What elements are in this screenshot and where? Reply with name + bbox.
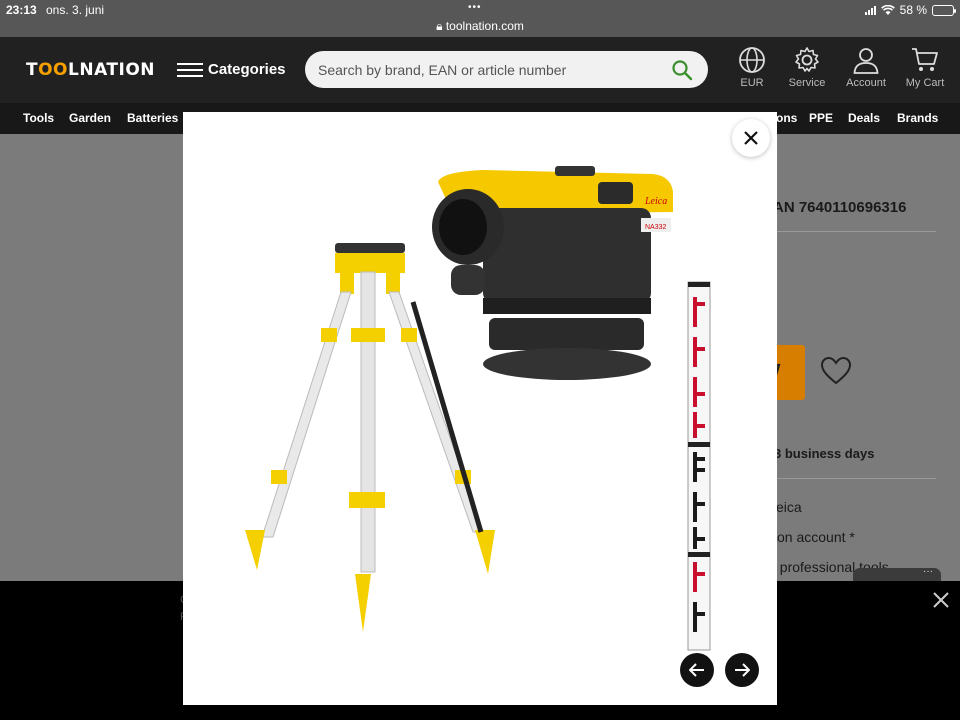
address-bar[interactable]: 🔒︎ toolnation.com xyxy=(0,19,960,34)
cart-label: My Cart xyxy=(905,77,945,89)
level-instrument-illustration: NA332 Leica xyxy=(432,166,673,380)
ean-text: AN 7640110696316 xyxy=(773,199,907,216)
next-image-button[interactable] xyxy=(725,653,759,687)
wifi-icon xyxy=(880,4,895,15)
close-icon xyxy=(744,131,758,145)
delivery-text: 3 business days xyxy=(774,446,875,461)
arrow-left-icon xyxy=(689,663,704,677)
previous-image-button[interactable] xyxy=(680,653,714,687)
categories-label: Categories xyxy=(208,61,286,78)
status-time: 23:13 xyxy=(6,3,37,17)
gear-icon xyxy=(795,47,819,72)
nav-item-deals[interactable]: Deals xyxy=(848,111,880,125)
nav-item-batteries[interactable]: Batteries xyxy=(127,111,178,125)
divider xyxy=(776,478,936,479)
toolnation-logo[interactable]: TOOLNATION xyxy=(26,60,155,80)
levelling-staff-illustration xyxy=(687,281,711,651)
user-icon xyxy=(853,48,879,74)
search-input[interactable] xyxy=(305,51,708,88)
site-header: TOOLNATION Categories EUR Service Accoun… xyxy=(0,37,960,103)
currency-button[interactable]: EUR xyxy=(722,46,782,89)
nav-item-tools[interactable]: Tools xyxy=(23,111,54,125)
categories-button[interactable]: Categories xyxy=(177,61,286,78)
image-lightbox: NA332 Leica xyxy=(183,112,777,705)
status-date: ons. 3. juni xyxy=(46,3,105,17)
account-payment-text: on account * xyxy=(777,529,855,545)
globe-icon xyxy=(739,47,765,73)
cart-button[interactable]: My Cart xyxy=(895,46,955,89)
brand-text: eica xyxy=(776,499,802,515)
cart-icon xyxy=(912,48,938,71)
search-icon[interactable] xyxy=(671,59,693,81)
cellular-signal-icon xyxy=(864,5,876,15)
service-label: Service xyxy=(788,77,826,89)
divider xyxy=(776,231,936,232)
tripod-illustration xyxy=(245,243,495,632)
nav-item-ppe[interactable]: PPE xyxy=(809,111,833,125)
wishlist-heart-icon[interactable] xyxy=(820,356,852,386)
menu-icon xyxy=(177,62,203,77)
account-button[interactable]: Account xyxy=(836,46,896,89)
currency-label: EUR xyxy=(740,77,764,89)
close-icon[interactable] xyxy=(932,591,950,609)
svg-text:Leica: Leica xyxy=(644,196,667,207)
close-lightbox-button[interactable] xyxy=(732,119,770,157)
status-right: 58 % xyxy=(864,3,956,17)
address-url: toolnation.com xyxy=(445,19,524,33)
service-button[interactable]: Service xyxy=(777,46,837,89)
battery-percent: 58 % xyxy=(899,3,927,17)
arrow-right-icon xyxy=(735,663,750,677)
battery-icon xyxy=(932,4,956,16)
nav-item-brands[interactable]: Brands xyxy=(897,111,938,125)
svg-text:NA332: NA332 xyxy=(645,224,667,231)
chat-widget[interactable]: ··· xyxy=(853,567,941,581)
nav-item-garden[interactable]: Garden xyxy=(69,111,111,125)
ios-status-bar: 23:13 ons. 3. juni ••• 🔒︎ toolnation.com… xyxy=(0,0,960,37)
lock-icon: 🔒︎ xyxy=(436,19,443,33)
product-image: NA332 Leica xyxy=(245,166,711,651)
account-label: Account xyxy=(846,77,886,89)
nav-item-partial[interactable]: ons xyxy=(776,111,797,125)
tab-dots-icon[interactable]: ••• xyxy=(468,2,482,13)
